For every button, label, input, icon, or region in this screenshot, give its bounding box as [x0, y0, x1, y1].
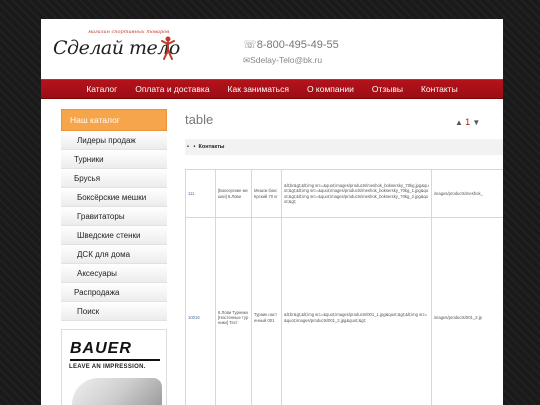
- phone-number: 8-800-495-49-55: [256, 39, 339, 51]
- table-cell-html: &lt;br&gt;&lt;img src=&quot;images/produ…: [281, 169, 432, 218]
- sidebar-item-accessories[interactable]: Аксесуары: [61, 264, 167, 283]
- breadcrumb-contacts[interactable]: Контакты: [199, 144, 225, 150]
- table-cell-desc: Турник настенный 001: [251, 217, 282, 405]
- table-cell-image: images/products/001_2.jp: [431, 217, 503, 405]
- pager-prev-icon[interactable]: ▲: [455, 118, 463, 127]
- nav-item-about[interactable]: О компании: [298, 84, 363, 94]
- catalog-header[interactable]: Наш каталог: [61, 109, 167, 131]
- table-cell-desc: Мешок боксёрский 70 кг: [251, 169, 282, 218]
- table-cell-id: 10016: [185, 217, 216, 405]
- breadcrumb-bullet: •: [187, 144, 189, 150]
- athlete-figure-icon: [161, 36, 175, 60]
- pager: ▲ 1 ▼: [455, 117, 480, 127]
- sidebar-item-search[interactable]: Поиск: [61, 302, 167, 321]
- nav-item-catalog[interactable]: Каталог: [77, 84, 126, 94]
- phone-icon: ☏: [243, 39, 257, 51]
- sidebar-item-pullup-bars[interactable]: Турники: [61, 150, 167, 169]
- sidebar-item-wall-bars[interactable]: Шведские стенки: [61, 226, 167, 245]
- table-cell-name: [Боксерские мешки] 8.Лови: [215, 169, 252, 218]
- sidebar-item-sale[interactable]: Распродажа: [61, 283, 167, 302]
- logo-tagline: магазин спортивных товаров: [88, 29, 170, 35]
- nav-item-how-to-train[interactable]: Как заниматься: [219, 84, 298, 94]
- page-title: table: [185, 112, 214, 127]
- pager-next-icon[interactable]: ▼: [472, 118, 480, 127]
- table-cell-html: &lt;br&gt;&lt;img src=&quot;images/produ…: [281, 217, 432, 405]
- site-header: магазин спортивных товаров Сделай тело ☏…: [41, 19, 503, 79]
- email[interactable]: ✉Sdelay-Telo@bk.ru: [243, 55, 339, 66]
- bauer-banner[interactable]: BAUER LEAVE AN IMPRESSION.: [61, 329, 167, 405]
- pager-current[interactable]: 1: [465, 117, 470, 127]
- table-cell-name: 8.Лови Турники [Настенные турники] Тест: [215, 217, 252, 405]
- table-row: 111 [Боксерские мешки] 8.Лови Мешок бокс…: [185, 169, 503, 218]
- main-nav: Каталог Оплата и доставка Как заниматься…: [41, 79, 503, 99]
- breadcrumb: • • Контакты: [185, 139, 503, 155]
- skate-image: [72, 378, 162, 405]
- sidebar-item-gravitators[interactable]: Гравитаторы: [61, 207, 167, 226]
- table-cell-id: 111: [185, 169, 216, 218]
- table-row: 10016 8.Лови Турники [Настенные турники]…: [185, 217, 503, 405]
- nav-item-payment-delivery[interactable]: Оплата и доставка: [126, 84, 218, 94]
- bauer-underline: [70, 359, 160, 361]
- nav-item-reviews[interactable]: Отзывы: [363, 84, 412, 94]
- sidebar-item-punching-bags[interactable]: Боксёрские мешки: [61, 188, 167, 207]
- table-cell-image: images/products/meshok_: [431, 169, 503, 218]
- bauer-logo: BAUER: [70, 340, 132, 357]
- email-address: Sdelay-Telo@bk.ru: [250, 55, 323, 65]
- bauer-tagline: LEAVE AN IMPRESSION.: [69, 364, 146, 370]
- catalog-sidebar: Наш каталог Лидеры продаж Турники Брусья…: [61, 109, 167, 321]
- main-content: table ▲ 1 ▼ • • Контакты 111 [Боксерские…: [185, 109, 503, 405]
- breadcrumb-bullet: •: [193, 144, 196, 150]
- sidebar-item-bestsellers[interactable]: Лидеры продаж: [61, 131, 167, 150]
- sidebar-item-home-complex[interactable]: ДСК для дома: [61, 245, 167, 264]
- contact-block: ☏8-800-495-49-55 ✉Sdelay-Telo@bk.ru: [243, 39, 339, 66]
- site-page: магазин спортивных товаров Сделай тело ☏…: [41, 19, 503, 405]
- sidebar-item-parallel-bars[interactable]: Брусья: [61, 169, 167, 188]
- phone[interactable]: ☏8-800-495-49-55: [243, 39, 339, 52]
- data-table: 111 [Боксерские мешки] 8.Лови Мешок бокс…: [185, 169, 503, 405]
- nav-item-contacts[interactable]: Контакты: [412, 84, 467, 94]
